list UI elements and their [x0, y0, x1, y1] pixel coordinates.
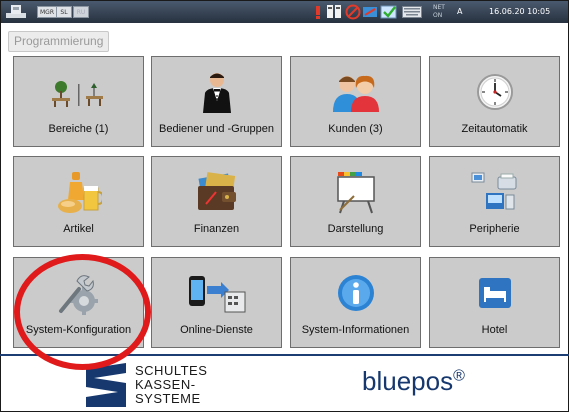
customers-icon: [332, 75, 379, 112]
brand-line-1: SCHULTES: [135, 363, 208, 378]
tile-label: Online-Dienste: [180, 324, 253, 336]
tile-label: Hotel: [481, 324, 508, 336]
info-icon: [337, 275, 374, 311]
datetime: 16.06.20 10:05: [489, 7, 551, 16]
tile-darstellung[interactable]: Darstellung: [290, 156, 421, 247]
tile-label: Peripherie: [469, 223, 520, 235]
tile-online-dienste[interactable]: Online-Dienste: [151, 257, 282, 348]
tile-label: Artikel: [63, 223, 94, 235]
no-entry-icon[interactable]: [345, 4, 361, 20]
tile-zeitautomatik[interactable]: Zeitautomatik: [429, 56, 560, 147]
status-bar: MGR SL RU NET ON A 16.06.20 10:05: [1, 1, 568, 23]
wallet-icon: [197, 172, 236, 210]
brand-line-2: KASSEN-: [135, 377, 196, 392]
keyboard-icon[interactable]: [402, 6, 422, 18]
page-title: Programmierung: [8, 31, 110, 52]
user-letter: A: [457, 7, 463, 16]
printer-icon[interactable]: [325, 4, 343, 20]
tile-label: Darstellung: [327, 223, 384, 235]
ru-badge[interactable]: RU: [73, 6, 89, 18]
highlight-annotation: [14, 254, 151, 370]
waiter-icon: [202, 73, 231, 113]
net-label: NET: [433, 4, 445, 11]
brand-name: SCHULTES KASSEN- SYSTEME: [135, 364, 207, 406]
user-menu-icon[interactable]: [5, 3, 27, 19]
display-board-icon: [336, 172, 375, 214]
alert-icon[interactable]: [313, 5, 323, 19]
tile-artikel[interactable]: Artikel: [13, 156, 144, 247]
tile-kunden[interactable]: Kunden (3): [290, 56, 421, 147]
registered-mark: ®: [453, 367, 465, 385]
peripherals-icon: [471, 172, 516, 210]
scanner-icon[interactable]: [362, 4, 378, 20]
tile-label: Bereiche (1): [48, 123, 109, 135]
net-state: ON: [433, 12, 443, 19]
tile-bediener[interactable]: Bediener und -Gruppen: [151, 56, 282, 147]
check-display-icon[interactable]: [380, 4, 398, 20]
tile-label: Finanzen: [193, 223, 240, 235]
food-drink-icon: [57, 172, 102, 213]
tile-hotel[interactable]: Hotel: [429, 257, 560, 348]
tile-label: Bediener und -Gruppen: [159, 123, 274, 135]
clock-icon: [476, 74, 513, 110]
tile-label: System-Informationen: [301, 324, 410, 336]
tile-label: Zeitautomatik: [461, 123, 528, 135]
tile-label: Kunden (3): [328, 123, 383, 135]
product-name: bluepos®: [362, 366, 465, 397]
mgr-badge[interactable]: MGR: [37, 6, 57, 18]
brand-line-3: SYSTEME: [135, 391, 201, 406]
trees-icon: [51, 81, 103, 107]
tile-finanzen[interactable]: Finanzen: [151, 156, 282, 247]
product-name-text: bluepos: [362, 366, 454, 396]
bed-icon: [478, 278, 511, 308]
sl-badge[interactable]: SL: [56, 6, 72, 18]
tile-bereiche[interactable]: Bereiche (1): [13, 56, 144, 147]
tile-system-informationen[interactable]: System-Informationen: [290, 257, 421, 348]
tile-peripherie[interactable]: Peripherie: [429, 156, 560, 247]
phone-transfer-icon: [188, 276, 245, 313]
